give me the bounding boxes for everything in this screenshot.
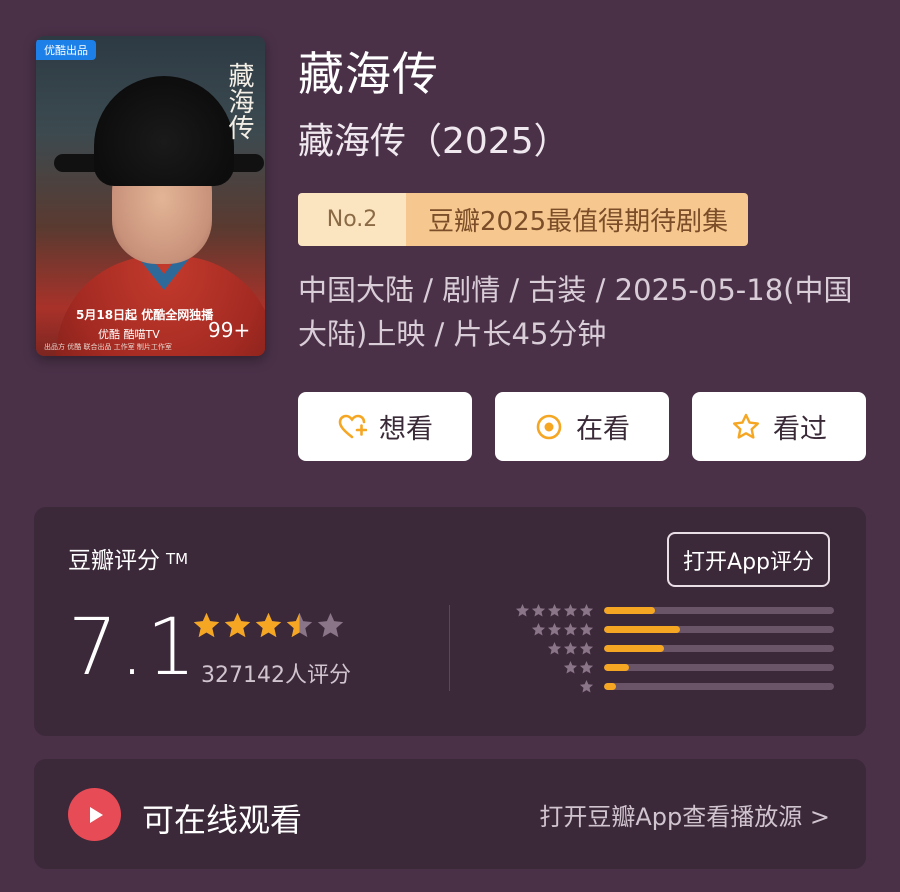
small-star-icon	[547, 622, 562, 636]
poster-release-text: 5月18日起 优酷全网独播	[76, 308, 214, 322]
rating-star-icon	[224, 612, 251, 638]
poster-vertical-title: 藏海传	[224, 62, 254, 140]
poster-badge: 优酷出品	[36, 40, 96, 60]
rating-votes[interactable]: 327142人评分	[201, 657, 351, 689]
rating-tm: TM	[166, 550, 189, 568]
watch-title: 可在线观看	[142, 801, 303, 839]
action-bar: 想看 在看 看过	[298, 392, 866, 461]
rating-divider	[449, 605, 450, 691]
small-star-icon	[515, 603, 530, 617]
small-star-icon	[563, 622, 578, 636]
poster-image[interactable]: 优酷出品 藏海传 5月18日起 优酷全网独播 优酷 酷喵TV 99+ 出品方 优…	[36, 36, 265, 356]
rating-label-text: 豆瓣评分	[68, 548, 160, 574]
distribution-stars	[506, 679, 594, 694]
distribution-bar-fill	[604, 607, 655, 614]
distribution-bar-fill	[604, 645, 664, 652]
small-star-icon	[531, 603, 546, 617]
small-star-icon	[563, 603, 578, 617]
want-to-watch-button[interactable]: 想看	[298, 392, 472, 461]
want-to-watch-label: 想看	[379, 414, 433, 445]
poster-hat	[94, 76, 234, 186]
distribution-bar	[604, 607, 834, 614]
rating-stars	[192, 611, 345, 640]
small-star-icon	[579, 660, 594, 674]
poster-age-rating: 99+	[208, 318, 251, 342]
small-star-icon	[563, 641, 578, 655]
watch-card[interactable]: 可在线观看 打开豆瓣App查看播放源 >	[34, 759, 866, 869]
target-icon	[536, 414, 562, 439]
small-star-icon	[579, 641, 594, 655]
meta-info: 中国大陆 / 剧情 / 古装 / 2025-05-18(中国大陆)上映 / 片长…	[298, 273, 853, 351]
page-title: 藏海传	[298, 47, 439, 101]
play-icon	[68, 788, 121, 841]
rating-star-icon	[317, 612, 344, 638]
page-subtitle: 藏海传（2025）	[298, 121, 570, 162]
rating-card: 豆瓣评分 TM 打开App评分 7.1 327142人评分	[34, 507, 866, 736]
poster-credit: 出品方 优酷 联合出品 工作室 制片工作室	[44, 343, 172, 351]
poster-platforms: 优酷 酷喵TV	[98, 328, 160, 341]
distribution-bar	[604, 664, 834, 671]
small-star-icon	[531, 622, 546, 636]
rating-star-icon	[286, 612, 313, 638]
distribution-stars	[506, 603, 594, 618]
small-star-icon	[579, 679, 594, 693]
rating-star-icon	[193, 612, 220, 638]
watched-button[interactable]: 看过	[692, 392, 866, 461]
rank-badge[interactable]: No.2 豆瓣2025最值得期待剧集	[298, 193, 749, 246]
distribution-bar	[604, 645, 834, 652]
distribution-row	[504, 620, 834, 639]
small-star-icon	[579, 603, 594, 617]
small-star-icon	[547, 641, 562, 655]
rating-label: 豆瓣评分 TM	[68, 541, 188, 575]
open-app-rate-button[interactable]: 打开App评分	[667, 532, 830, 587]
distribution-row	[504, 677, 834, 696]
rank-number: No.2	[298, 193, 406, 246]
distribution-bar	[604, 683, 834, 690]
distribution-stars	[506, 641, 594, 656]
watching-button[interactable]: 在看	[495, 392, 669, 461]
watching-label: 在看	[576, 414, 630, 445]
small-star-icon	[579, 622, 594, 636]
rating-distribution	[504, 601, 834, 696]
rating-star-icon	[255, 612, 282, 638]
open-app-watch-link[interactable]: 打开豆瓣App查看播放源 >	[539, 797, 830, 832]
distribution-bar-fill	[604, 683, 616, 690]
watched-label: 看过	[773, 414, 827, 445]
small-star-icon	[563, 660, 578, 674]
distribution-row	[504, 601, 834, 620]
distribution-row	[504, 639, 834, 658]
distribution-stars	[506, 622, 594, 637]
distribution-bar-fill	[604, 626, 680, 633]
heart-plus-icon	[338, 414, 367, 438]
distribution-stars	[506, 660, 594, 675]
rank-list-name: 豆瓣2025最值得期待剧集	[406, 193, 749, 246]
distribution-bar-fill	[604, 664, 630, 671]
distribution-bar	[604, 626, 834, 633]
small-star-icon	[547, 603, 562, 617]
distribution-row	[504, 658, 834, 677]
star-outline-icon	[733, 413, 759, 439]
rating-score: 7.1	[68, 603, 199, 693]
